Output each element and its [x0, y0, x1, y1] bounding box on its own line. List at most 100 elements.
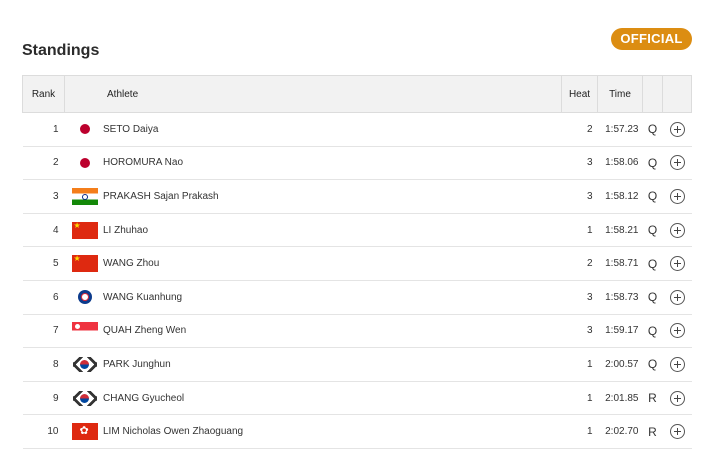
qualification-cell: Q	[642, 179, 663, 214]
qualification-cell: Q	[642, 112, 663, 147]
korea-flag-icon	[71, 389, 98, 407]
rank-cell: 1	[22, 112, 65, 147]
heat-cell: 2	[561, 246, 598, 281]
page-title: Standings	[22, 42, 100, 59]
rank-cell: 10	[22, 414, 65, 449]
time-cell: 2:01.85	[597, 381, 643, 416]
athlete-name[interactable]: PRAKASH Sajan Prakash	[103, 179, 562, 214]
rank-cell: 7	[22, 314, 65, 349]
qualification-cell: Q	[642, 280, 663, 315]
official-badge: OFFICIAL	[611, 28, 692, 50]
athlete-name[interactable]: LI Zhuhao	[103, 213, 562, 248]
rank-cell: 9	[22, 381, 65, 416]
chinese-taipei-flag-icon	[71, 288, 98, 306]
expand-plus-icon[interactable]	[669, 121, 685, 137]
china-flag-icon	[71, 221, 98, 239]
flag-cell	[64, 314, 103, 349]
column-header-flag	[64, 75, 103, 113]
qualification-cell: Q	[642, 146, 663, 181]
expand-plus-icon[interactable]	[669, 256, 685, 272]
time-cell: 1:58.21	[597, 213, 643, 248]
heat-cell: 3	[561, 314, 598, 349]
athlete-name[interactable]: LIM Nicholas Owen Zhaoguang	[103, 414, 562, 449]
table-row: 10 LIM Nicholas Owen Zhaoguang12:02.70R	[22, 414, 692, 449]
hong-kong-flag-icon	[71, 423, 98, 441]
column-header-heat: Heat	[561, 75, 598, 113]
heat-cell: 2	[561, 112, 598, 147]
table-row: 8 PARK Junghun 1 2:00.57 Q	[22, 347, 692, 382]
india-flag-icon	[71, 187, 98, 205]
japan-flag-icon	[71, 120, 98, 138]
heat-cell: 3	[561, 146, 598, 181]
column-header-qualification	[642, 75, 663, 113]
table-row: 4 LI Zhuhao11:58.21Q	[22, 213, 692, 248]
flag-cell	[64, 280, 103, 315]
heat-cell: 1	[561, 381, 598, 416]
time-cell: 1:58.73	[597, 280, 643, 315]
qualification-cell: Q	[642, 347, 663, 382]
expand-cell[interactable]	[662, 179, 692, 214]
singapore-flag-icon	[71, 322, 98, 340]
rank-cell: 8	[22, 347, 65, 382]
rank-cell: 5	[22, 246, 65, 281]
athlete-name[interactable]: WANG Kuanhung	[103, 280, 562, 315]
qualification-cell: Q	[642, 314, 663, 349]
table-row: 6 WANG Kuanhung 3 1:58.73 Q	[22, 280, 692, 315]
expand-plus-icon[interactable]	[669, 323, 685, 339]
flag-cell	[64, 146, 103, 181]
china-flag-icon	[71, 255, 98, 273]
flag-cell	[64, 414, 103, 449]
time-cell: 1:58.12	[597, 179, 643, 214]
korea-flag-icon	[71, 355, 98, 373]
table-row: 3 PRAKASH Sajan Prakash 3 1:58.12 Q	[22, 179, 692, 214]
athlete-name[interactable]: SETO Daiya	[103, 112, 562, 147]
flag-cell	[64, 213, 103, 248]
athlete-name[interactable]: CHANG Gyucheol	[103, 381, 562, 416]
column-header-expand	[662, 75, 692, 113]
time-cell: 1:58.06	[597, 146, 643, 181]
expand-plus-icon[interactable]	[669, 222, 685, 238]
expand-cell[interactable]	[662, 246, 692, 281]
time-cell: 2:02.70	[597, 414, 643, 449]
athlete-name[interactable]: HOROMURA Nao	[103, 146, 562, 181]
expand-cell[interactable]	[662, 146, 692, 181]
qualification-cell: Q	[642, 213, 663, 248]
expand-cell[interactable]	[662, 347, 692, 382]
expand-cell[interactable]	[662, 414, 692, 449]
expand-cell[interactable]	[662, 213, 692, 248]
athlete-name[interactable]: QUAH Zheng Wen	[103, 314, 562, 349]
qualification-cell: R	[642, 414, 663, 449]
rank-cell: 3	[22, 179, 65, 214]
athlete-name[interactable]: WANG Zhou	[103, 246, 562, 281]
athlete-name[interactable]: PARK Junghun	[103, 347, 562, 382]
expand-cell[interactable]	[662, 314, 692, 349]
column-header-athlete: Athlete	[103, 75, 562, 113]
column-header-time: Time	[597, 75, 643, 113]
time-cell: 1:59.17	[597, 314, 643, 349]
qualification-cell: R	[642, 381, 663, 416]
rank-cell: 2	[22, 146, 65, 181]
expand-cell[interactable]	[662, 381, 692, 416]
expand-plus-icon[interactable]	[669, 289, 685, 305]
flag-cell	[64, 381, 103, 416]
time-cell: 2:00.57	[597, 347, 643, 382]
table-row: 2 HOROMURA Nao 3 1:58.06 Q	[22, 146, 692, 181]
heat-cell: 1	[561, 213, 598, 248]
heat-cell: 1	[561, 347, 598, 382]
heat-cell: 3	[561, 179, 598, 214]
rank-cell: 4	[22, 213, 65, 248]
flag-cell	[64, 246, 103, 281]
qualification-cell: Q	[642, 246, 663, 281]
table-row: 1 SETO Daiya 2 1:57.23 Q	[22, 112, 692, 147]
expand-plus-icon[interactable]	[669, 188, 685, 204]
expand-plus-icon[interactable]	[669, 424, 685, 440]
table-header-row: Rank Athlete Heat Time	[22, 75, 692, 113]
expand-plus-icon[interactable]	[669, 155, 685, 171]
expand-cell[interactable]	[662, 112, 692, 147]
expand-plus-icon[interactable]	[669, 356, 685, 372]
expand-plus-icon[interactable]	[669, 390, 685, 406]
expand-cell[interactable]	[662, 280, 692, 315]
table-row: 9 CHANG Gyucheol 1 2:01.85 R	[22, 381, 692, 416]
flag-cell	[64, 112, 103, 147]
time-cell: 1:57.23	[597, 112, 643, 147]
